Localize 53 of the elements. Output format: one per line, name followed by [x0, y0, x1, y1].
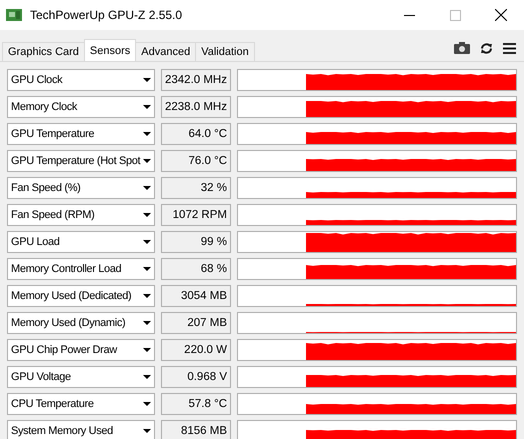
sensor-dropdown[interactable]: CPU Temperature [7, 393, 155, 415]
tab[interactable]: Graphics Card [2, 42, 85, 61]
sensor-dropdown[interactable]: Memory Used (Dynamic) [7, 312, 155, 334]
caret-icon [143, 267, 151, 271]
sensor-dropdown[interactable]: Fan Speed (RPM) [7, 204, 155, 226]
sensor-dropdown[interactable]: GPU Chip Power Draw [7, 339, 155, 361]
sensor-value: 3054 MB [161, 285, 231, 307]
sensor-value: 76.0 °C [161, 150, 231, 172]
sensor-dropdown[interactable]: GPU Clock [7, 69, 155, 91]
sensor-value: 220.0 W [161, 339, 231, 361]
sensor-value: 2238.0 MHz [161, 96, 231, 118]
sensor-value: 57.8 °C [161, 393, 231, 415]
caret-icon [143, 132, 151, 136]
caret-icon [143, 105, 151, 109]
sensor-value: 1072 RPM [161, 204, 231, 226]
sensor-dropdown[interactable]: Fan Speed (%) [7, 177, 155, 199]
caret-icon [143, 159, 152, 163]
graphics-card-icon [5, 8, 23, 22]
caret-icon [143, 321, 151, 325]
sensor-value: 207 MB [161, 312, 231, 334]
sensor-value: 64.0 °C [161, 123, 231, 145]
window-title: TechPowerUp GPU-Z 2.55.0 [30, 8, 184, 22]
caret-icon [143, 186, 151, 190]
sensor-value: 8156 MB [161, 420, 231, 439]
caret-icon [143, 429, 151, 433]
sensor-value: 0.968 V [161, 366, 231, 388]
refresh-icon[interactable] [480, 42, 493, 54]
sensor-value: 2342.0 MHz [161, 69, 231, 91]
sensor-dropdown[interactable]: Memory Used (Dedicated) [7, 285, 155, 307]
sensor-dropdown[interactable]: GPU Temperature [7, 123, 155, 145]
caret-icon [143, 402, 151, 406]
sensor-dropdown[interactable]: GPU Voltage [7, 366, 155, 388]
sensor-value: 68 % [161, 258, 231, 280]
close-icon [495, 9, 507, 21]
tab[interactable]: Validation [195, 42, 255, 61]
menu-icon[interactable] [503, 42, 516, 54]
caret-icon [143, 213, 151, 217]
sensor-dropdown[interactable]: Memory Clock [7, 96, 155, 118]
caret-icon [143, 240, 151, 244]
sensor-value: 32 % [161, 177, 231, 199]
sensor-dropdown[interactable]: GPU Load [7, 231, 155, 253]
caret-icon [143, 78, 151, 82]
maximize-icon [450, 10, 460, 20]
sensor-value: 99 % [161, 231, 231, 253]
tab[interactable]: Sensors [84, 39, 136, 61]
sensor-dropdown[interactable]: System Memory Used [7, 420, 155, 439]
caret-icon [143, 294, 151, 298]
camera-icon[interactable] [454, 42, 470, 54]
caret-icon [143, 375, 151, 379]
caret-icon [143, 348, 151, 352]
sensor-dropdown[interactable]: GPU Temperature (Hot Spot [7, 150, 155, 172]
minimize-icon [404, 14, 414, 16]
sensor-dropdown[interactable]: Memory Controller Load [7, 258, 155, 280]
